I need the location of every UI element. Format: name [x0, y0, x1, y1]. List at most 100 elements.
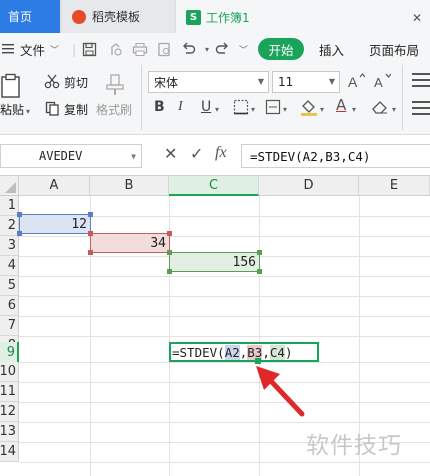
formula-ref-c4[interactable]: C4 — [269, 344, 285, 360]
bold-button[interactable]: B — [154, 99, 165, 115]
formula-input[interactable]: =STDEV(A2,B3,C4) — [241, 144, 430, 168]
row-header-13[interactable]: 13 — [0, 422, 19, 442]
formula-prefix: =STDEV( — [172, 344, 225, 360]
underline-dropdown-icon[interactable]: ▾ — [215, 105, 219, 114]
row-header-7[interactable]: 7 — [0, 316, 19, 336]
row-gridline — [19, 382, 430, 383]
row-header-4[interactable]: 4 — [0, 256, 19, 276]
svg-text:A: A — [374, 75, 383, 90]
align-lines-icon[interactable] — [412, 101, 430, 103]
svg-text:A: A — [348, 74, 358, 90]
menu-insert[interactable]: 插入 — [319, 33, 344, 65]
undo-icon[interactable] — [181, 33, 196, 65]
tab-home[interactable]: 首页 — [0, 0, 60, 33]
hamburger-menu-icon[interactable] — [2, 33, 16, 65]
borders-dropdown-icon[interactable]: ▾ — [251, 105, 255, 114]
font-size-value: 11 — [278, 75, 294, 89]
row-header-3[interactable]: 3 — [0, 236, 19, 256]
column-header-b[interactable]: B — [90, 176, 169, 196]
fill-color-dropdown-icon[interactable]: ▾ — [320, 105, 324, 114]
formula-bar: AVEDEV ▼ ✕ ✓ fx =STDEV(A2,B3,C4) — [0, 136, 430, 176]
formula-separator: , — [239, 344, 248, 360]
cell-c4[interactable]: 156 — [169, 252, 259, 272]
chevron-down-icon: ▼ — [131, 152, 136, 161]
undo-dropdown-icon[interactable]: ▾ — [205, 33, 209, 65]
export-icon[interactable] — [108, 33, 123, 65]
paste-icon[interactable] — [0, 73, 24, 102]
fill-color-icon[interactable] — [300, 98, 318, 119]
close-tab-icon[interactable]: ✕ — [412, 11, 422, 25]
row-gridline — [19, 362, 430, 363]
decrease-font-size-icon[interactable]: A — [373, 72, 392, 93]
copy-button[interactable]: 复制 — [64, 101, 88, 118]
font-color-button[interactable]: A — [336, 96, 346, 114]
format-painter-button[interactable]: 格式刷 — [96, 101, 132, 118]
row-header-9[interactable]: 9 — [0, 342, 19, 363]
font-name-select[interactable]: 宋体 ▼ — [148, 71, 269, 93]
column-header-d[interactable]: D — [259, 176, 359, 196]
font-name-value: 宋体 — [154, 75, 179, 90]
align-lines-icon — [412, 79, 430, 81]
cell-a2[interactable]: 12 — [19, 214, 90, 234]
tab-workbook1[interactable]: S 工作簿1 ✕ — [176, 0, 430, 33]
chevron-down-icon: ﹀ — [50, 45, 60, 56]
row-gridline — [19, 462, 430, 463]
borders-icon[interactable] — [233, 99, 249, 118]
column-header-c[interactable]: C — [169, 176, 259, 196]
align-lines-icon[interactable] — [412, 73, 430, 75]
row-header-6[interactable]: 6 — [0, 296, 19, 316]
cut-icon — [44, 74, 60, 92]
row-header-10[interactable]: 10 — [0, 362, 19, 382]
align-lines-icon — [412, 113, 430, 115]
print-preview-icon[interactable] — [157, 33, 172, 65]
row-header-5[interactable]: 5 — [0, 276, 19, 296]
formula-ref-a2[interactable]: A2 — [224, 344, 240, 360]
menu-start[interactable]: 开始 — [258, 38, 304, 60]
divider: | — [72, 41, 77, 57]
clear-dropdown-icon[interactable]: ▾ — [392, 105, 396, 114]
italic-button[interactable]: I — [178, 99, 183, 115]
confirm-icon[interactable]: ✓ — [190, 144, 203, 163]
paste-label: 粘贴 — [0, 103, 25, 117]
row-header-12[interactable]: 12 — [0, 402, 19, 422]
save-icon[interactable] — [82, 33, 97, 65]
cut-button[interactable]: 剪切 — [64, 74, 88, 91]
insert-function-button[interactable]: fx — [215, 144, 227, 162]
tab-docer-templates[interactable]: 稻壳模板 — [62, 0, 174, 33]
redo-icon[interactable] — [215, 33, 230, 65]
paste-button[interactable]: 粘贴 ▾ — [0, 101, 30, 118]
row-gridline — [19, 296, 430, 297]
select-all-corner[interactable] — [0, 176, 19, 196]
align-lines-icon — [412, 107, 430, 109]
name-box[interactable]: AVEDEV ▼ — [0, 144, 142, 168]
print-icon[interactable] — [132, 33, 148, 65]
row-header-11[interactable]: 11 — [0, 382, 19, 402]
underline-button[interactable]: U — [201, 99, 211, 115]
spreadsheet-grid[interactable]: A B C D E 1 2 3 4 5 6 7 8 9 10 11 12 13 … — [0, 176, 430, 476]
menu-file[interactable]: 文件 ﹀ — [20, 33, 59, 65]
column-header-a[interactable]: A — [19, 176, 90, 196]
row-gridline — [19, 316, 430, 317]
font-size-select[interactable]: 11 ▼ — [272, 71, 340, 93]
chevron-down-icon[interactable]: ﹀ — [239, 33, 248, 65]
merge-dropdown-icon[interactable]: ▾ — [283, 105, 287, 114]
menu-page-layout[interactable]: 页面布局 — [369, 33, 419, 65]
docer-logo-icon — [72, 9, 86, 24]
align-lines-icon — [412, 85, 430, 87]
annotation-arrow-icon — [256, 366, 305, 417]
increase-font-size-icon[interactable]: A — [347, 72, 366, 93]
font-color-dropdown-icon[interactable]: ▾ — [352, 105, 356, 114]
row-gridline — [19, 422, 430, 423]
formula-suffix: ) — [284, 344, 293, 360]
spreadsheet-icon: S — [186, 10, 201, 25]
eraser-icon[interactable] — [371, 99, 389, 118]
row-header-14[interactable]: 14 — [0, 442, 19, 462]
cancel-icon[interactable]: ✕ — [164, 144, 177, 163]
column-header-e[interactable]: E — [359, 176, 430, 196]
tab-workbook-label: 工作簿1 — [206, 11, 250, 25]
cell-c9-editor[interactable]: =STDEV(A2, B3, C4) — [169, 342, 319, 362]
chevron-down-icon: ▼ — [257, 77, 264, 86]
row-gridline — [19, 236, 430, 237]
cell-b3[interactable]: 34 — [90, 233, 169, 253]
merge-cells-icon[interactable] — [265, 99, 281, 118]
